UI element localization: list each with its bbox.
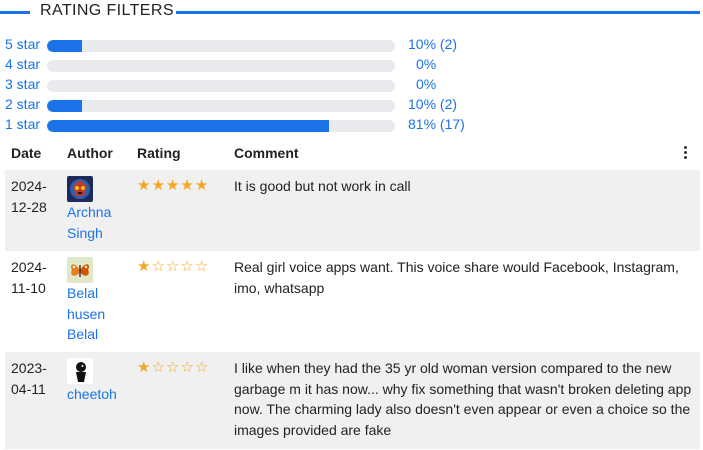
- rating-bar-fill: [47, 100, 82, 112]
- table-row: 2024- 11-10 Belal husen Belal ★☆☆☆☆ Real…: [5, 251, 700, 352]
- rating-bar-track: [47, 100, 395, 112]
- rating-filter-label[interactable]: 2 star: [5, 96, 40, 112]
- header-rule-right: [176, 11, 700, 14]
- rating-filter-percent[interactable]: 81% (17): [408, 116, 468, 132]
- star-rating: ★★★★★: [137, 176, 209, 196]
- table-row: 2023- 04-11 cheetoh ★☆☆☆☆ I like when th…: [5, 352, 700, 449]
- avatar[interactable]: [67, 257, 93, 283]
- rating-filters-header: RATING FILTERS: [0, 0, 703, 26]
- rating-filter-4-star[interactable]: 4 star 0%: [0, 55, 703, 75]
- review-comment: It is good but not work in call: [234, 178, 411, 194]
- reviews-table-header: Date Author Rating Comment: [0, 140, 703, 170]
- rating-filter-2-star[interactable]: 2 star 10% (2): [0, 95, 703, 115]
- rating-filters-title: RATING FILTERS: [40, 2, 174, 19]
- avatar[interactable]: [67, 358, 93, 384]
- rating-filter-3-star[interactable]: 3 star 0%: [0, 75, 703, 95]
- star-filled-icon: ★: [137, 359, 152, 376]
- column-header-rating[interactable]: Rating: [137, 145, 181, 161]
- rating-filter-percent[interactable]: 10% (2): [408, 96, 468, 112]
- review-date-year: 2023-: [11, 360, 47, 376]
- star-empty-icon: ☆: [165, 359, 181, 376]
- star-empty-icon: ☆: [194, 258, 210, 275]
- rating-filter-label[interactable]: 5 star: [5, 36, 40, 52]
- more-vert-icon[interactable]: [680, 146, 690, 162]
- star-empty-icon: ☆: [194, 359, 210, 376]
- review-comment: I like when they had the 35 yr old woman…: [234, 360, 692, 438]
- rating-filter-label[interactable]: 1 star: [5, 116, 40, 132]
- star-filled-icon: ★: [137, 258, 152, 275]
- column-header-author[interactable]: Author: [67, 145, 113, 161]
- star-filled-icon: ★: [137, 177, 152, 194]
- review-date-day: 04-11: [11, 380, 46, 397]
- avatar[interactable]: [67, 176, 93, 202]
- star-empty-icon: ☆: [165, 258, 181, 275]
- header-rule-left: [0, 11, 30, 14]
- rating-filter-percent[interactable]: 0%: [416, 76, 476, 92]
- star-filled-icon: ★: [165, 177, 181, 194]
- star-filled-icon: ★: [180, 177, 195, 194]
- star-rating: ★☆☆☆☆: [137, 358, 209, 378]
- review-date-year: 2024-: [11, 178, 47, 194]
- star-empty-icon: ☆: [151, 359, 166, 376]
- author-link[interactable]: Archna Singh: [67, 202, 133, 243]
- rating-bar-track: [47, 40, 395, 52]
- star-filled-icon: ★: [194, 177, 210, 194]
- review-date-day: 11-10: [11, 279, 46, 296]
- rating-filter-1-star[interactable]: 1 star 81% (17): [0, 115, 703, 135]
- author-link[interactable]: cheetoh: [67, 384, 133, 405]
- rating-bar-track: [47, 60, 395, 72]
- review-date-year: 2024-: [11, 259, 47, 275]
- author-link[interactable]: Belal husen Belal: [67, 283, 133, 345]
- table-row: 2024- 12-28 Archna Singh ★★★★★ It is goo…: [5, 170, 700, 251]
- review-comment: Real girl voice apps want. This voice sh…: [234, 259, 679, 296]
- column-header-date[interactable]: Date: [11, 145, 41, 161]
- star-filled-icon: ★: [151, 177, 166, 194]
- review-date: 2023- 04-11: [11, 358, 61, 399]
- star-empty-icon: ☆: [180, 359, 195, 376]
- rating-filter-percent[interactable]: 10% (2): [408, 36, 468, 52]
- rating-filter-label[interactable]: 4 star: [5, 56, 40, 72]
- review-date-day: 12-28: [11, 198, 47, 215]
- review-date: 2024- 11-10: [11, 257, 61, 298]
- rating-bar-fill: [47, 40, 82, 52]
- rating-filter-label[interactable]: 3 star: [5, 76, 40, 92]
- rating-bar-track: [47, 120, 395, 132]
- review-date: 2024- 12-28: [11, 176, 61, 217]
- rating-filter-percent[interactable]: 0%: [416, 56, 476, 72]
- column-header-comment[interactable]: Comment: [234, 145, 299, 161]
- rating-bar-track: [47, 80, 395, 92]
- rating-filter-5-star[interactable]: 5 star 10% (2): [0, 35, 703, 55]
- rating-bar-fill: [47, 120, 329, 132]
- star-empty-icon: ☆: [180, 258, 195, 275]
- star-rating: ★☆☆☆☆: [137, 257, 209, 277]
- star-empty-icon: ☆: [151, 258, 166, 275]
